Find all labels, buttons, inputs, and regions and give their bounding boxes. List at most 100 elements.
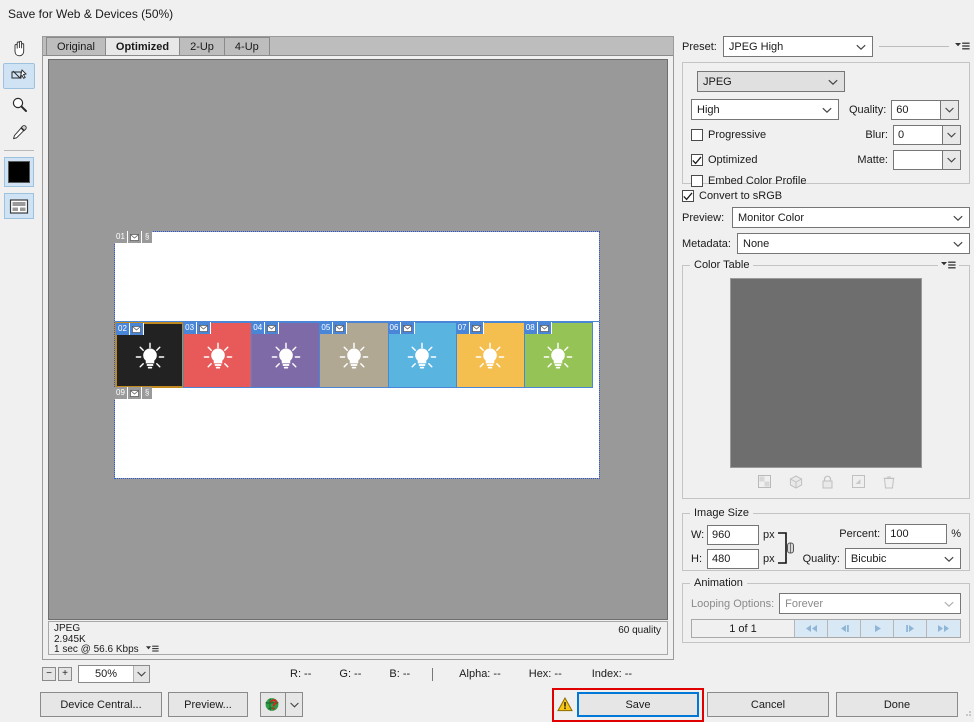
file-format-select[interactable]: JPEG xyxy=(697,71,845,92)
save-button[interactable]: Save xyxy=(577,692,699,717)
transparency-icon[interactable] xyxy=(757,475,771,489)
divider xyxy=(878,46,949,47)
save-for-web-dialog: Save for Web & Devices (50%) Original Op… xyxy=(0,0,974,722)
preset-panel-menu-icon[interactable] xyxy=(955,42,970,51)
tab-optimized[interactable]: Optimized xyxy=(104,37,181,55)
dialog-button-bar: Device Central... Preview... Save Cancel… xyxy=(0,688,974,722)
zoom-out-button[interactable]: − xyxy=(42,667,56,681)
embed-color-profile-checkbox[interactable]: Embed Color Profile xyxy=(691,175,806,187)
image-canvas[interactable]: 01 § 02 03 04 05 06 07 08 09 § xyxy=(48,59,668,620)
done-button[interactable]: Done xyxy=(836,692,958,717)
slice-badge-05: 05 xyxy=(319,322,348,334)
preview-button[interactable]: Preview... xyxy=(168,692,248,717)
foreground-color-swatch[interactable] xyxy=(4,157,34,187)
color-chip xyxy=(8,161,30,183)
metadata-select[interactable]: None xyxy=(737,233,970,254)
percent-input[interactable]: 100 xyxy=(885,524,948,544)
resample-quality-select[interactable]: Bicubic xyxy=(844,548,961,569)
next-frame-button[interactable] xyxy=(894,620,927,637)
cancel-button[interactable]: Cancel xyxy=(707,692,829,717)
constrain-proportions-toggle[interactable] xyxy=(777,527,799,567)
zoom-level-select[interactable]: 50% xyxy=(78,665,150,683)
slice-select-tool[interactable] xyxy=(3,63,35,89)
optimized-checkbox[interactable]: Optimized xyxy=(691,154,758,166)
convert-srgb-checkbox[interactable]: Convert to sRGB xyxy=(682,190,782,202)
zoom-tool[interactable] xyxy=(3,91,35,117)
device-central-button[interactable]: Device Central... xyxy=(40,692,162,717)
matte-input[interactable] xyxy=(893,150,943,170)
browser-select-arrow[interactable] xyxy=(286,692,303,717)
toggle-slices-visibility-button[interactable] xyxy=(4,193,34,219)
first-frame-button[interactable] xyxy=(795,620,828,637)
resize-grip[interactable] xyxy=(961,706,972,720)
preview-select[interactable]: Monitor Color xyxy=(732,207,970,228)
slice-cell-05[interactable]: 05 xyxy=(319,322,389,388)
percent-label: Percent: xyxy=(839,528,881,540)
file-format-value: JPEG xyxy=(703,75,732,88)
color-table-panel-menu-icon[interactable] xyxy=(938,261,959,273)
compression-quality-value: High xyxy=(697,103,720,116)
slice-cell-04[interactable]: 04 xyxy=(251,322,321,388)
chevron-down-icon xyxy=(944,554,954,566)
eyedropper-tool[interactable] xyxy=(3,119,35,145)
browser-preview-control xyxy=(260,692,303,717)
slice-cell-07[interactable]: 07 xyxy=(455,322,525,388)
quality-stepper[interactable] xyxy=(941,99,960,120)
slice-link-icon: § xyxy=(141,231,153,243)
zoom-in-button[interactable]: + xyxy=(58,667,72,681)
slice-cell-06[interactable]: 06 xyxy=(387,322,457,388)
compression-quality-select[interactable]: High xyxy=(691,99,839,120)
looping-options-select: Forever xyxy=(779,593,961,614)
status-quality-note: 60 quality xyxy=(618,625,661,636)
height-input[interactable]: 480 xyxy=(707,548,759,569)
slice-badge-03: 03 xyxy=(183,322,212,334)
progressive-checkbox[interactable]: Progressive xyxy=(691,129,766,141)
status-filesize: 2.945K xyxy=(54,633,86,645)
quality-label: Quality: xyxy=(849,103,887,116)
preset-select[interactable]: JPEG High xyxy=(722,36,873,57)
chevron-down-icon xyxy=(828,77,838,89)
width-input[interactable]: 960 xyxy=(707,524,759,545)
tab-2up[interactable]: 2-Up xyxy=(179,37,225,55)
slice-badge-07: 07 xyxy=(455,322,484,334)
color-table-preview[interactable] xyxy=(730,278,922,468)
embed-color-profile-label: Embed Color Profile xyxy=(708,175,807,187)
matte-picker[interactable] xyxy=(943,150,961,170)
view-tabs: Original Optimized 2-Up 4-Up xyxy=(43,37,673,56)
slice-region-09[interactable]: 09 § xyxy=(114,387,599,478)
hand-icon xyxy=(14,40,24,56)
tab-4up[interactable]: 4-Up xyxy=(223,37,270,55)
browser-globe-icon[interactable] xyxy=(260,692,286,717)
tab-original[interactable]: Original xyxy=(46,37,106,55)
percent-unit: % xyxy=(951,528,961,540)
slice-cell-03[interactable]: 03 xyxy=(183,322,253,388)
output-options-group: Convert to sRGB Preview: Monitor Color M… xyxy=(682,190,970,254)
slice-cell-02[interactable]: 02 xyxy=(115,322,185,388)
quality-input[interactable]: 60 xyxy=(891,99,942,120)
lock-icon[interactable] xyxy=(821,475,834,489)
resample-quality-value: Bicubic xyxy=(850,552,887,565)
check-icon xyxy=(692,155,702,164)
delete-swatch-icon[interactable] xyxy=(883,475,895,489)
slice-cell-08[interactable]: 08 xyxy=(523,322,593,388)
hand-tool[interactable] xyxy=(3,35,35,61)
status-download-time-row: 1 sec @ 56.6 Kbps xyxy=(54,644,662,657)
blur-value: 0 xyxy=(898,129,905,141)
play-button[interactable] xyxy=(861,620,894,637)
animation-group: Animation Looping Options: Forever 1 of … xyxy=(682,577,970,643)
slice-image-icon xyxy=(129,323,144,335)
new-swatch-icon[interactable] xyxy=(851,475,865,489)
blur-stepper[interactable] xyxy=(943,125,961,145)
status-flyout-menu-icon[interactable] xyxy=(146,645,160,657)
slice-image-icon xyxy=(469,322,484,334)
animation-playback-bar: 1 of 1 xyxy=(691,619,961,638)
slice-link-icon: § xyxy=(141,387,153,399)
width-value: 960 xyxy=(712,528,731,541)
color-table-legend: Color Table xyxy=(690,259,754,271)
preview-pane: Original Optimized 2-Up 4-Up 01 § 02 03 … xyxy=(42,36,674,660)
previous-frame-button[interactable] xyxy=(828,620,861,637)
last-frame-button[interactable] xyxy=(927,620,960,637)
slice-region-01[interactable]: 01 § xyxy=(114,231,599,322)
web-snap-icon[interactable] xyxy=(789,475,803,489)
blur-input[interactable]: 0 xyxy=(893,125,943,145)
